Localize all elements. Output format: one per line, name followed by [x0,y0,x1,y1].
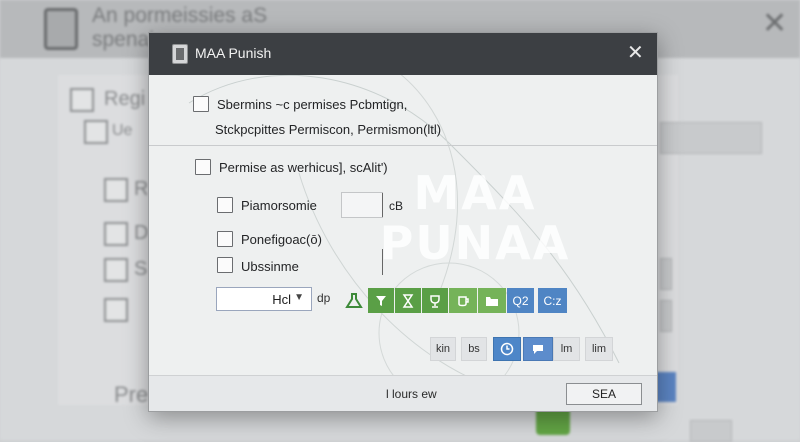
background-item: Regi [104,88,146,110]
app-icon [172,44,188,64]
option-label-1: Piamorsomie [241,198,317,213]
option-suffix: cB [389,199,404,213]
chevron-down-icon: ▼ [294,292,304,303]
background-close-icon: ✕ [762,7,788,40]
footer-button[interactable]: SEA [566,383,642,405]
trophy-icon[interactable] [422,288,448,313]
close-icon[interactable]: ✕ [627,40,644,65]
background-checkbox [104,178,128,202]
background-item: Ue [112,122,133,139]
dropdown-unit: dp [317,291,331,305]
background-button [690,420,732,442]
permission-section-1: Sbermins ~c permises Pcbmtign, Stckpcpit… [149,75,657,146]
field-divider [382,249,383,275]
dialog-footer: l lours ew SEA [149,375,657,411]
option-value-field[interactable] [341,192,383,218]
background-checkbox [70,88,94,112]
dialog-title: MAA Punish [195,45,272,61]
tool-button-q2[interactable]: Q2 [507,288,534,313]
permission-checkbox-2[interactable] [195,159,211,175]
dialog-titlebar[interactable]: MAA Punish ✕ [149,33,657,75]
background-title-line1: An pormeissies aS [92,4,268,27]
background-button [660,258,672,290]
small-button-lim[interactable]: lim [585,337,613,361]
tool-button-cz[interactable]: C:z [538,288,567,313]
hourglass-icon[interactable] [395,288,421,313]
chat-icon[interactable] [523,337,553,361]
background-item: Pre [114,382,149,407]
clock-icon[interactable] [493,337,521,361]
background-item: D [134,222,149,244]
option-label-3: Ubssinme [241,259,299,274]
flask-icon[interactable] [342,288,366,313]
option-checkbox-1[interactable] [217,197,233,213]
background-button [660,300,672,332]
option-label-2: Ponefigoac(ō) [241,232,322,247]
permission-checkbox-1[interactable] [193,96,209,112]
small-button-kin[interactable]: kin [430,337,456,361]
field-divider [382,193,383,217]
footer-text: l lours ew [386,387,437,401]
small-button-lm[interactable]: lm [553,337,580,361]
background-checkbox [104,222,128,246]
background-button [660,122,762,154]
background-checkbox [104,258,128,282]
permission-header: Permise as werhicus], scAlit') [219,160,388,175]
permission-text-line1: Sbermins ~c permises Pcbmtign, [217,97,408,112]
small-button-bs[interactable]: bs [461,337,487,361]
dropdown-value: Hcl [272,292,291,307]
dialog: MAA Punish ✕ Sbermins ~c permises Pcbmti… [148,32,658,412]
option-checkbox-3[interactable] [217,257,233,273]
unit-dropdown[interactable]: Hcl ▼ [216,287,312,311]
background-item: R [134,178,149,200]
flask-icon-glyph [345,292,363,308]
option-checkbox-2[interactable] [217,231,233,247]
background-checkbox [104,298,128,322]
background-item: S [134,258,148,280]
drink-icon[interactable] [449,288,477,313]
folder-icon[interactable] [478,288,506,313]
background-logo-icon [44,8,78,50]
permission-text-line2: Stckpcpittes Permiscon, Permismon(ltl) [215,122,442,137]
background-checkbox [84,120,108,144]
filter-icon[interactable] [368,288,394,313]
